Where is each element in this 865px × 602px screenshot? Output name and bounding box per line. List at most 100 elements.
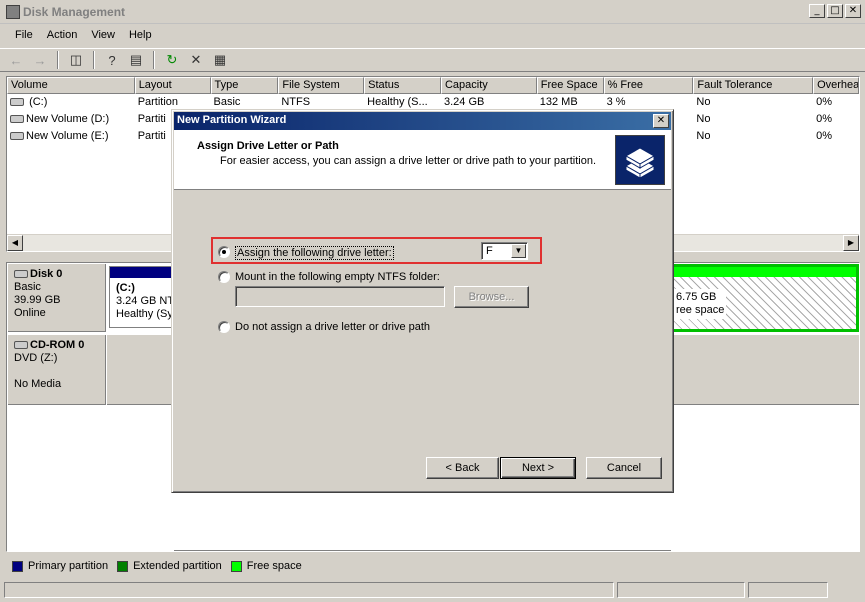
col-free-space[interactable]: Free Space xyxy=(536,77,604,94)
legend-swatch-primary xyxy=(12,560,23,572)
volume-name: New Volume (D:) xyxy=(26,113,110,125)
col-type[interactable]: Type xyxy=(210,77,279,94)
volume-overhead: 0% xyxy=(816,130,832,142)
drive-letter-value: F xyxy=(486,245,493,257)
volume-overhead: 0% xyxy=(816,113,832,125)
status-pane xyxy=(748,582,828,598)
partition-c-size: 3.24 GB NTI xyxy=(116,295,178,307)
back-button[interactable]: < Back xyxy=(426,457,499,479)
mount-folder-radio[interactable] xyxy=(218,271,230,283)
status-bar xyxy=(0,580,865,600)
partition-c-name: (C:) xyxy=(116,282,135,294)
assign-letter-radio[interactable] xyxy=(218,246,230,258)
wizard-step-title: Assign Drive Letter or Path xyxy=(197,140,339,152)
legend: Primary partition Extended partition Fre… xyxy=(6,556,860,576)
mount-folder-label[interactable]: Mount in the following empty NTFS folder… xyxy=(235,271,440,283)
free-space-size: 6.75 GB xyxy=(676,291,717,303)
legend-swatch-free xyxy=(230,560,242,572)
window-titlebar: Disk Management _ □ ✕ xyxy=(0,0,865,24)
rescan-icon[interactable]: ▦ xyxy=(210,51,230,69)
drive-letter-select[interactable]: F ▼ xyxy=(481,242,528,260)
legend-swatch-extended xyxy=(117,560,129,572)
cdrom0-media: No Media xyxy=(14,378,62,390)
volume-name: (C:) xyxy=(29,96,48,108)
delete-icon[interactable]: ✕ xyxy=(186,51,206,69)
disk0-name: Disk 0 xyxy=(30,268,63,280)
disk0-label[interactable]: Disk 0 Basic 39.99 GB Online xyxy=(8,264,106,332)
col-filesystem[interactable]: File System xyxy=(278,77,365,94)
dialog-title: New Partition Wizard xyxy=(177,114,287,126)
dialog-separator xyxy=(174,550,671,552)
menu-action[interactable]: Action xyxy=(40,26,85,46)
cancel-button[interactable]: Cancel xyxy=(586,457,662,479)
volume-name: New Volume (E:) xyxy=(26,130,109,142)
legend-primary: Primary partition xyxy=(28,560,109,572)
col-overhead[interactable]: Overhead xyxy=(813,77,859,94)
status-pane xyxy=(4,582,614,598)
volume-fault: No xyxy=(696,113,711,125)
status-pane xyxy=(617,582,745,598)
chevron-down-icon[interactable]: ▼ xyxy=(511,244,526,258)
next-button[interactable]: Next > xyxy=(500,457,576,479)
window-title: Disk Management xyxy=(23,5,126,19)
help-icon[interactable]: ? xyxy=(102,51,122,69)
cdrom-icon xyxy=(14,341,28,350)
scroll-right-icon[interactable]: ▶ xyxy=(843,235,859,251)
maximize-button[interactable]: □ xyxy=(827,4,843,18)
menu-file[interactable]: File xyxy=(8,26,40,46)
ntfs-folder-field[interactable] xyxy=(235,286,445,307)
dialog-close-button[interactable]: ✕ xyxy=(653,114,669,128)
disk0-size: 39.99 GB xyxy=(14,294,61,306)
col-status[interactable]: Status xyxy=(364,77,441,94)
window-controls: _ □ ✕ xyxy=(809,4,861,18)
partition-c-status: Healthy (Sy xyxy=(116,308,173,320)
primary-partition-bar xyxy=(110,267,178,278)
no-letter-label[interactable]: Do not assign a drive letter or drive pa… xyxy=(235,321,430,333)
wizard-header: Assign Drive Letter or Path For easier a… xyxy=(174,130,671,190)
free-space-partition[interactable]: 6.75 GB ree space xyxy=(671,264,859,332)
properties-icon[interactable]: ▤ xyxy=(126,51,146,69)
volume-fault: No xyxy=(696,130,711,142)
disk-stack-icon xyxy=(615,135,665,185)
toolbar: ← → ◫ ? ▤ ↻ ✕ ▦ xyxy=(0,48,865,72)
volume-fault: No xyxy=(696,96,711,108)
free-space-bar xyxy=(674,267,856,277)
menu-help[interactable]: Help xyxy=(122,26,159,46)
col-fault-tolerance[interactable]: Fault Tolerance xyxy=(693,77,814,94)
cdrom0-name: CD-ROM 0 xyxy=(30,339,85,351)
volume-icon xyxy=(10,132,24,141)
col-capacity[interactable]: Capacity xyxy=(440,77,537,94)
menu-bar: File Action View Help xyxy=(0,26,865,46)
disk0-state: Online xyxy=(14,307,46,319)
legend-free: Free space xyxy=(246,560,302,572)
minimize-button[interactable]: _ xyxy=(809,4,825,18)
cdrom0-drive: DVD (Z:) xyxy=(14,352,58,364)
menu-view[interactable]: View xyxy=(84,26,122,46)
back-arrow-icon[interactable]: ← xyxy=(6,51,26,69)
wizard-step-subtitle: For easier access, you can assign a driv… xyxy=(220,155,597,167)
col-layout[interactable]: Layout xyxy=(134,77,211,94)
legend-extended: Extended partition xyxy=(133,560,222,572)
assign-letter-label[interactable]: Assign the following drive letter: xyxy=(235,246,394,260)
free-space-label: ree space xyxy=(676,304,725,316)
partition-c[interactable]: (C:) 3.24 GB NTI Healthy (Sy xyxy=(109,266,179,328)
dialog-titlebar: New Partition Wizard ✕ xyxy=(174,112,671,130)
col-volume[interactable]: Volume xyxy=(7,77,135,94)
volume-icon xyxy=(10,115,24,124)
forward-arrow-icon[interactable]: → xyxy=(30,51,50,69)
refresh-icon[interactable]: ↻ xyxy=(162,51,182,69)
col-percent-free[interactable]: % Free xyxy=(603,77,694,94)
toolbar-separator xyxy=(93,51,95,69)
close-button[interactable]: ✕ xyxy=(845,4,861,18)
disk-management-icon xyxy=(6,5,20,19)
browse-button[interactable]: Browse... xyxy=(454,286,529,308)
disk0-type: Basic xyxy=(14,281,41,293)
volume-list-header: Volume Layout Type File System Status Ca… xyxy=(7,77,859,94)
console-tree-icon[interactable]: ◫ xyxy=(66,51,86,69)
no-letter-radio[interactable] xyxy=(218,321,230,333)
toolbar-separator xyxy=(57,51,59,69)
volume-icon xyxy=(10,98,24,107)
scroll-left-icon[interactable]: ◀ xyxy=(7,235,23,251)
toolbar-separator xyxy=(153,51,155,69)
cdrom0-label[interactable]: CD-ROM 0 DVD (Z:) No Media xyxy=(8,335,106,405)
